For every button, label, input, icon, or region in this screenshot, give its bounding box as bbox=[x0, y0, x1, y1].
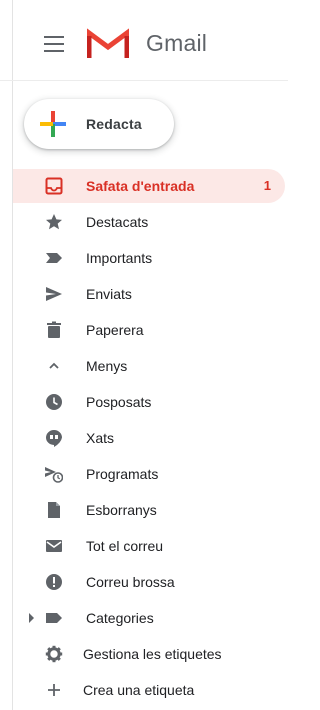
unread-count: 1 bbox=[263, 178, 271, 193]
nav-item-drafts[interactable]: Esborranys bbox=[13, 493, 285, 527]
important-icon bbox=[46, 253, 62, 263]
nav-item-trash[interactable]: Paperera bbox=[13, 313, 285, 347]
expand-caret-icon[interactable] bbox=[29, 613, 34, 623]
gmail-sidebar: Gmail Redacta Safata d'entrada 1 Destaca… bbox=[0, 0, 288, 710]
app-name: Gmail bbox=[146, 30, 208, 56]
nav-label: Menys bbox=[86, 358, 128, 374]
nav-label: Paperera bbox=[86, 322, 144, 338]
chevron-up-icon bbox=[49, 362, 59, 369]
clock-icon bbox=[46, 394, 62, 410]
nav-item-categories[interactable]: Categories bbox=[13, 601, 285, 635]
nav-item-important[interactable]: Importants bbox=[13, 241, 285, 275]
nav-item-chats[interactable]: Xats bbox=[13, 421, 285, 455]
gmail-logo-icon[interactable] bbox=[87, 28, 129, 60]
gear-icon bbox=[45, 645, 63, 663]
nav-item-all-mail[interactable]: Tot el correu bbox=[13, 529, 285, 563]
nav-label: Tot el correu bbox=[86, 538, 164, 554]
main-menu-icon[interactable] bbox=[44, 36, 64, 52]
nav-label: Importants bbox=[86, 250, 153, 266]
scheduled-send-icon bbox=[45, 467, 63, 483]
nav-label: Correu brossa bbox=[86, 574, 175, 590]
star-icon bbox=[46, 214, 62, 230]
spam-icon bbox=[46, 574, 62, 590]
nav-item-sent[interactable]: Enviats bbox=[13, 277, 285, 311]
nav-label: Categories bbox=[86, 610, 154, 626]
nav-label: Crea una etiqueta bbox=[83, 682, 195, 698]
compose-button[interactable]: Redacta bbox=[24, 99, 174, 149]
inbox-icon bbox=[45, 177, 63, 195]
nav-item-snoozed[interactable]: Posposats bbox=[13, 385, 285, 419]
nav-item-create-label[interactable]: Crea una etiqueta bbox=[13, 673, 285, 707]
nav-item-less[interactable]: Menys bbox=[13, 349, 285, 383]
nav-label: Enviats bbox=[86, 286, 132, 302]
compose-label: Redacta bbox=[86, 116, 142, 132]
compose-plus-icon bbox=[40, 111, 66, 137]
send-icon bbox=[46, 287, 62, 301]
nav-item-manage-labels[interactable]: Gestiona les etiquetes bbox=[13, 637, 285, 671]
draft-icon bbox=[48, 502, 60, 518]
plus-icon bbox=[48, 684, 60, 696]
nav-label: Destacats bbox=[86, 214, 149, 230]
nav-label: Esborranys bbox=[86, 502, 157, 518]
nav-item-scheduled[interactable]: Programats bbox=[13, 457, 285, 491]
nav-label: Safata d'entrada bbox=[86, 178, 195, 194]
nav-item-spam[interactable]: Correu brossa bbox=[13, 565, 285, 599]
trash-icon bbox=[47, 321, 61, 338]
header: Gmail bbox=[0, 0, 288, 81]
nav-item-inbox[interactable]: Safata d'entrada 1 bbox=[13, 169, 285, 203]
nav-label: Xats bbox=[86, 430, 115, 446]
chat-icon bbox=[46, 430, 62, 447]
nav-label: Gestiona les etiquetes bbox=[83, 646, 222, 662]
nav-item-starred[interactable]: Destacats bbox=[13, 205, 285, 239]
label-icon bbox=[46, 613, 62, 623]
nav-label: Posposats bbox=[86, 394, 152, 410]
all-mail-icon bbox=[46, 540, 62, 552]
nav-label: Programats bbox=[86, 466, 159, 482]
